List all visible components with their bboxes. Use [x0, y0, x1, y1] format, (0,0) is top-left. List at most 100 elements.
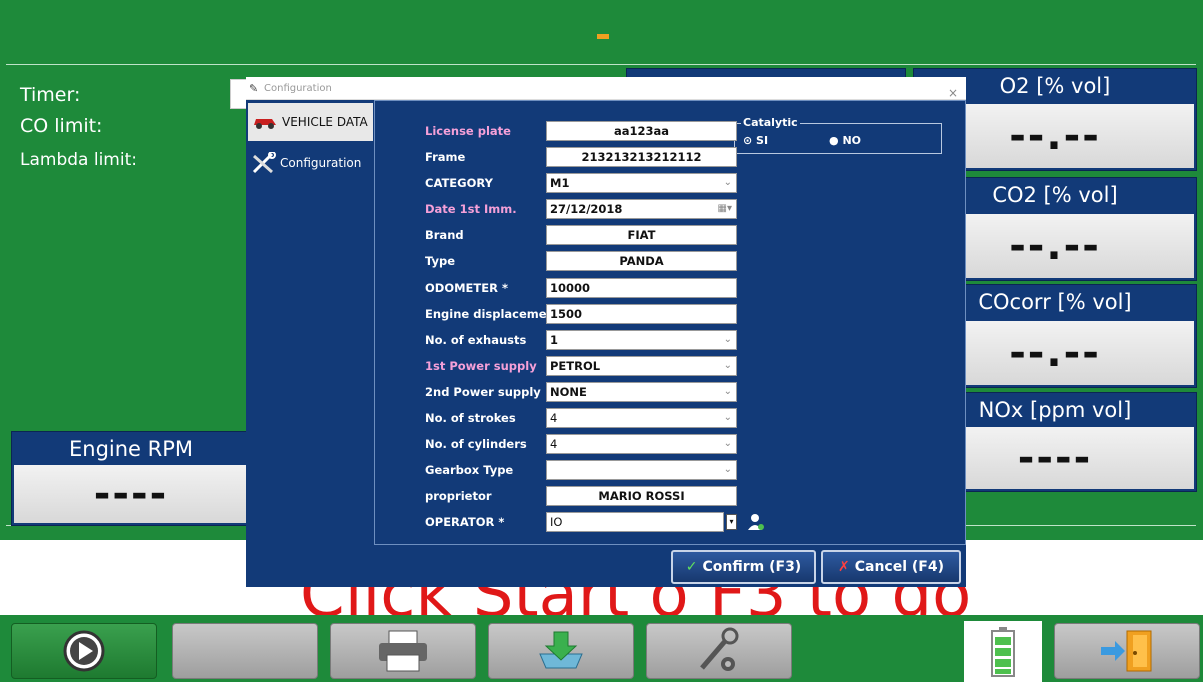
field-label: Engine displacement	[425, 307, 561, 321]
exit-button[interactable]	[1054, 623, 1200, 679]
field-value: 213213213212112	[581, 150, 702, 164]
field-input[interactable]: 1500	[546, 304, 737, 324]
catalytic-title: Catalytic	[741, 116, 800, 129]
rpm-tile-title: Engine RPM	[68, 437, 194, 461]
field-value: IO	[550, 515, 563, 529]
download-icon	[539, 631, 583, 669]
field-label: No. of strokes	[425, 411, 516, 425]
add-user-icon[interactable]	[747, 512, 765, 532]
field-label: ODOMETER *	[425, 281, 508, 295]
field-label: Frame	[425, 150, 466, 164]
dialog-footer: ✓ Confirm (F3) ✗ Cancel (F4)	[246, 545, 966, 587]
bottom-toolbar	[0, 615, 1203, 682]
field-input[interactable]: MARIO ROSSI	[546, 486, 737, 506]
catalytic-no-radio[interactable]: ● NO	[829, 134, 861, 147]
printer-icon	[379, 630, 427, 672]
catalytic-si-label: SI	[756, 134, 769, 147]
lambda-limit-label: Lambda limit:	[20, 150, 137, 170]
confirm-label: Confirm (F3)	[702, 559, 802, 575]
divider	[6, 64, 1196, 65]
blank-button[interactable]	[172, 623, 318, 679]
rpm-value: ----	[14, 465, 248, 523]
field-value: M1	[550, 176, 570, 190]
field-value: 1	[550, 333, 559, 347]
field-label: CATEGORY	[425, 176, 493, 190]
dialog-titlebar: ✎ Configuration ×	[246, 77, 966, 100]
field-label: Gearbox Type	[425, 463, 514, 477]
field-label: Brand	[425, 228, 464, 242]
field-label: proprietor	[425, 489, 492, 503]
field-value: 10000	[550, 281, 591, 295]
field-dropdown[interactable]: PETROL ⌄	[546, 356, 737, 376]
field-value: aa123aa	[613, 124, 670, 138]
field-dropdown[interactable]: NONE ⌄	[546, 382, 737, 402]
cancel-button[interactable]: ✗ Cancel (F4)	[821, 550, 961, 584]
catalytic-si-radio[interactable]: ⊙ SI	[743, 134, 768, 147]
start-button[interactable]	[11, 623, 157, 679]
field-label: License plate	[425, 124, 511, 138]
field-value: MARIO ROSSI	[598, 489, 685, 503]
chevron-down-icon: ⌄	[723, 334, 732, 345]
field-value: PETROL	[550, 359, 601, 373]
field-label: No. of cylinders	[425, 437, 527, 451]
confirm-button[interactable]: ✓ Confirm (F3)	[671, 550, 816, 584]
field-label: 2nd Power supply	[425, 385, 541, 399]
field-value: 1500	[550, 307, 583, 321]
save-button[interactable]	[488, 623, 634, 679]
chevron-down-icon: ⌄	[723, 386, 732, 397]
timer-label: Timer:	[20, 84, 81, 106]
field-value: PANDA	[619, 254, 664, 268]
chevron-down-icon: ⌄	[723, 360, 732, 371]
field-dropdown[interactable]: ⌄	[546, 460, 737, 480]
sidebar-item-configuration[interactable]: Configuration	[248, 144, 373, 182]
status-indicator	[597, 34, 609, 39]
operator-dropdown-button[interactable]: ▾	[726, 514, 737, 530]
sidebar-item-vehicle-data[interactable]: VEHICLE DATA	[248, 103, 373, 141]
field-value: 4	[550, 437, 558, 451]
field-dropdown[interactable]: 4 ⌄	[546, 434, 737, 454]
settings-button[interactable]	[646, 623, 792, 679]
field-dropdown[interactable]: 1 ⌄	[546, 330, 737, 350]
cancel-label: Cancel (F4)	[854, 559, 944, 575]
co-limit-label: CO limit:	[20, 115, 103, 137]
car-icon	[254, 119, 276, 129]
field-input[interactable]: 10000	[546, 278, 737, 298]
cross-icon: ✗	[838, 559, 850, 575]
field-label: No. of exhausts	[425, 333, 527, 347]
field-value: NONE	[550, 385, 587, 399]
field-input[interactable]: PANDA	[546, 251, 737, 271]
sidebar-item-label: Configuration	[280, 156, 362, 170]
field-dropdown[interactable]: 4 ⌄	[546, 408, 737, 428]
field-dropdown[interactable]: M1 ⌄	[546, 173, 737, 193]
chevron-down-icon: ⌄	[723, 177, 732, 188]
field-dropdown[interactable]: IO	[546, 512, 724, 532]
field-input[interactable]: 27/12/2018 ▦▾	[546, 199, 737, 219]
chevron-down-icon: ⌄	[723, 464, 732, 475]
field-label: Type	[425, 254, 456, 268]
field-input[interactable]: aa123aa	[546, 121, 737, 141]
field-input[interactable]: 213213213212112	[546, 147, 737, 167]
check-icon: ✓	[685, 559, 698, 575]
field-value: 4	[550, 411, 558, 425]
top-band	[0, 0, 1203, 62]
exit-icon	[1101, 630, 1152, 672]
configuration-dialog: ✎ Configuration × VEHICLE DATA Configura…	[246, 77, 966, 587]
field-label: OPERATOR *	[425, 515, 505, 529]
field-input[interactable]: FIAT	[546, 225, 737, 245]
battery-icon	[991, 626, 1015, 677]
field-label: Date 1st Imm.	[425, 202, 517, 216]
field-label: 1st Power supply	[425, 359, 537, 373]
settings-icon	[700, 627, 739, 671]
dialog-title: Configuration	[264, 83, 332, 94]
field-value: 27/12/2018	[550, 202, 623, 216]
dialog-sidebar: VEHICLE DATA Configuration	[246, 100, 374, 587]
chevron-down-icon: ⌄	[723, 438, 732, 449]
play-icon	[63, 630, 105, 672]
tools-icon	[252, 152, 276, 174]
catalytic-group: Catalytic ⊙ SI ● NO	[734, 116, 942, 154]
print-button[interactable]	[330, 623, 476, 679]
chevron-down-icon: ⌄	[723, 412, 732, 423]
field-value: FIAT	[627, 228, 656, 242]
pencil-icon: ✎	[249, 82, 259, 95]
rpm-tile: Engine RPM ----	[11, 431, 251, 526]
